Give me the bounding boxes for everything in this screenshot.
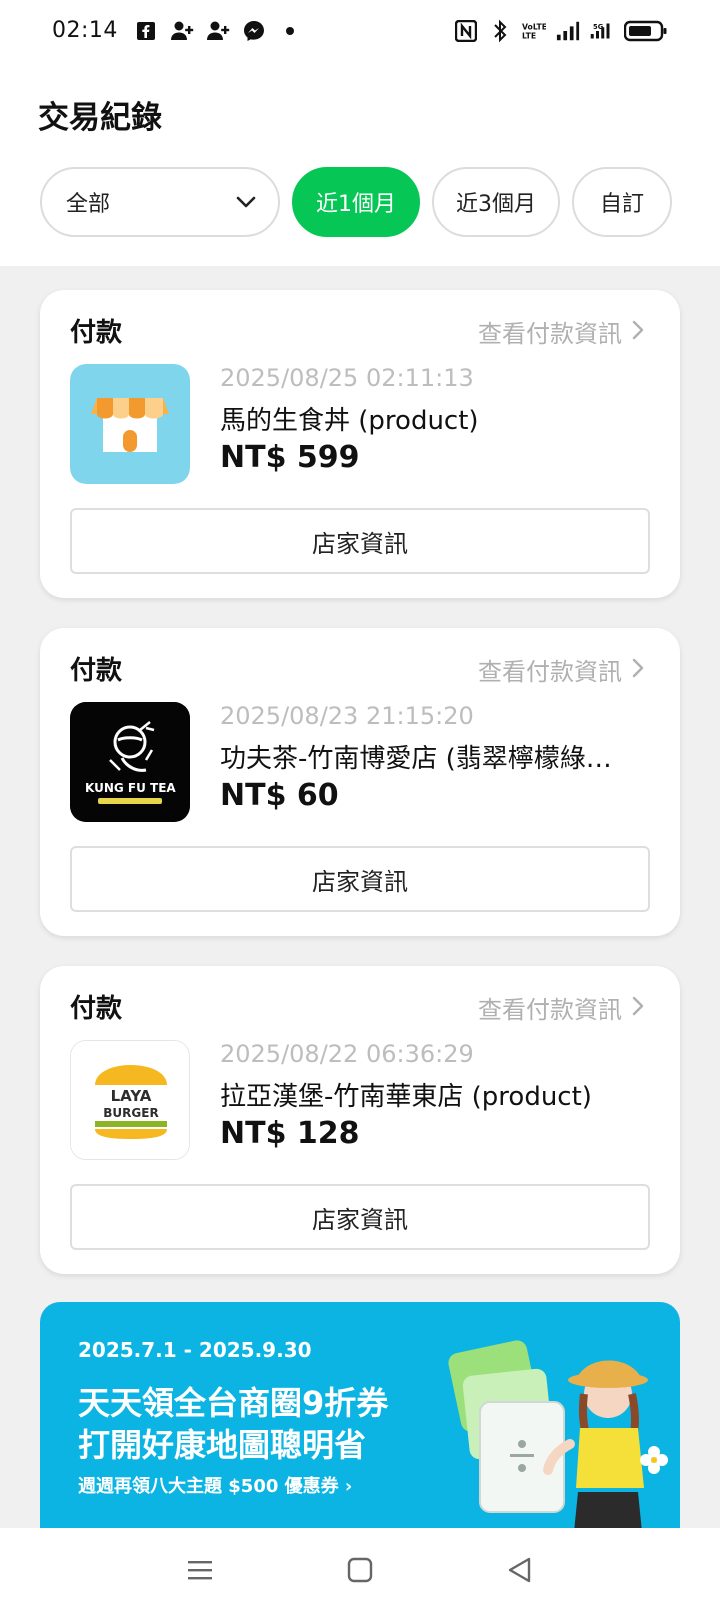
- button-label: 店家資訊: [312, 867, 408, 896]
- transaction-card: 付款 查看付款資訊 2025/08/25 02:11:13 馬的生食丼 (pro…: [40, 290, 680, 598]
- page-title: 交易紀錄: [38, 100, 162, 136]
- button-label: 店家資訊: [312, 1205, 408, 1234]
- logo-text: KUNG FU TEA: [85, 781, 176, 795]
- filter-row: 全部 近1個月 近3個月 自訂: [40, 166, 672, 238]
- merchant-name: 功夫茶-竹南博愛店 (翡翠檸檬綠…: [220, 744, 612, 774]
- chip-label: 自訂: [599, 192, 644, 217]
- logo-text: BURGER: [103, 1106, 158, 1120]
- status-time: 02:14: [52, 18, 118, 43]
- transaction-amount: NT$ 60: [220, 778, 339, 813]
- person-add-icon: [170, 18, 194, 44]
- transaction-type: 付款: [70, 656, 123, 686]
- chevron-right-icon: [632, 656, 644, 684]
- chevron-right-icon: [632, 994, 644, 1022]
- chip-label: 近1個月: [316, 192, 396, 217]
- signal-icon: [556, 18, 580, 44]
- transaction-date: 2025/08/23 21:15:20: [220, 702, 474, 730]
- chip-1-month[interactable]: 近1個月: [292, 167, 420, 237]
- person-add-icon: [206, 18, 230, 44]
- transaction-type: 付款: [70, 994, 123, 1024]
- link-label: 查看付款資訊: [478, 996, 622, 1024]
- view-payment-info-link[interactable]: 查看付款資訊: [478, 990, 644, 1025]
- laya-burger-logo: LAYA BURGER: [70, 1040, 190, 1160]
- messenger-icon: [242, 18, 266, 44]
- banner-illustration: [440, 1332, 680, 1528]
- header: 交易紀錄 全部 近1個月 近3個月 自訂: [0, 66, 720, 266]
- store-info-button[interactable]: 店家資訊: [70, 846, 650, 912]
- transaction-date: 2025/08/25 02:11:13: [220, 364, 474, 392]
- chip-label: 近3個月: [456, 192, 536, 217]
- chevron-down-icon: [236, 190, 256, 215]
- transaction-type: 付款: [70, 318, 123, 348]
- banner-subheadline: 打開好康地圖聰明省: [78, 1426, 367, 1464]
- view-payment-info-link[interactable]: 查看付款資訊: [478, 314, 644, 349]
- store-info-button[interactable]: 店家資訊: [70, 508, 650, 574]
- merchant-name: 拉亞漢堡-竹南華東店 (product): [220, 1082, 592, 1112]
- svg-text:LTE: LTE: [522, 32, 536, 41]
- button-label: 店家資訊: [312, 529, 408, 558]
- link-label: 查看付款資訊: [478, 320, 622, 348]
- dot-icon: [278, 18, 302, 44]
- status-left-icons: [134, 18, 302, 44]
- merchant-name: 馬的生食丼 (product): [220, 406, 479, 436]
- link-label: 查看付款資訊: [478, 658, 622, 686]
- status-right-icons: VoLTE LTE 5G: [454, 18, 668, 44]
- system-nav-bar: [0, 1528, 720, 1612]
- dropdown-value: 全部: [66, 192, 111, 217]
- banner-cta-link[interactable]: 週週再領八大主題 $500 優惠券 ›: [78, 1472, 352, 1498]
- chevron-right-icon: [632, 318, 644, 346]
- type-filter-dropdown[interactable]: 全部: [40, 167, 280, 237]
- banner-headline: 天天領全台商圈9折券: [78, 1384, 389, 1422]
- home-square-icon[interactable]: [330, 1540, 390, 1600]
- view-payment-info-link[interactable]: 查看付款資訊: [478, 652, 644, 687]
- logo-text: LAYA: [111, 1087, 152, 1105]
- promo-banner[interactable]: 2025.7.1 - 2025.9.30 天天領全台商圈9折券 打開好康地圖聰明…: [40, 1302, 680, 1528]
- svg-text:VoLTE: VoLTE: [522, 22, 546, 31]
- store-icon: [70, 364, 190, 484]
- kungfu-tea-logo: KUNG FU TEA: [70, 702, 190, 822]
- chip-3-months[interactable]: 近3個月: [432, 167, 560, 237]
- transaction-card: 付款 查看付款資訊 LAYA BURGER 2025/08/22 06:36:2…: [40, 966, 680, 1274]
- transaction-amount: NT$ 599: [220, 440, 360, 475]
- facebook-icon: [134, 18, 158, 44]
- back-triangle-icon[interactable]: [490, 1540, 550, 1600]
- store-info-button[interactable]: 店家資訊: [70, 1184, 650, 1250]
- bluetooth-icon: [488, 18, 512, 44]
- nfc-icon: [454, 18, 478, 44]
- transaction-date: 2025/08/22 06:36:29: [220, 1040, 474, 1068]
- 5g-signal-icon: 5G: [590, 18, 614, 44]
- menu-icon[interactable]: [170, 1540, 230, 1600]
- battery-icon: [624, 18, 668, 44]
- transaction-amount: NT$ 128: [220, 1116, 360, 1151]
- chip-custom[interactable]: 自訂: [572, 167, 672, 237]
- transaction-card: 付款 查看付款資訊 KUNG FU TEA 2025/08/23 21:15:2…: [40, 628, 680, 936]
- status-bar: 02:14 VoLTE LTE 5G: [0, 0, 720, 66]
- volte-icon: VoLTE LTE: [522, 18, 546, 44]
- banner-date-range: 2025.7.1 - 2025.9.30: [78, 1338, 312, 1362]
